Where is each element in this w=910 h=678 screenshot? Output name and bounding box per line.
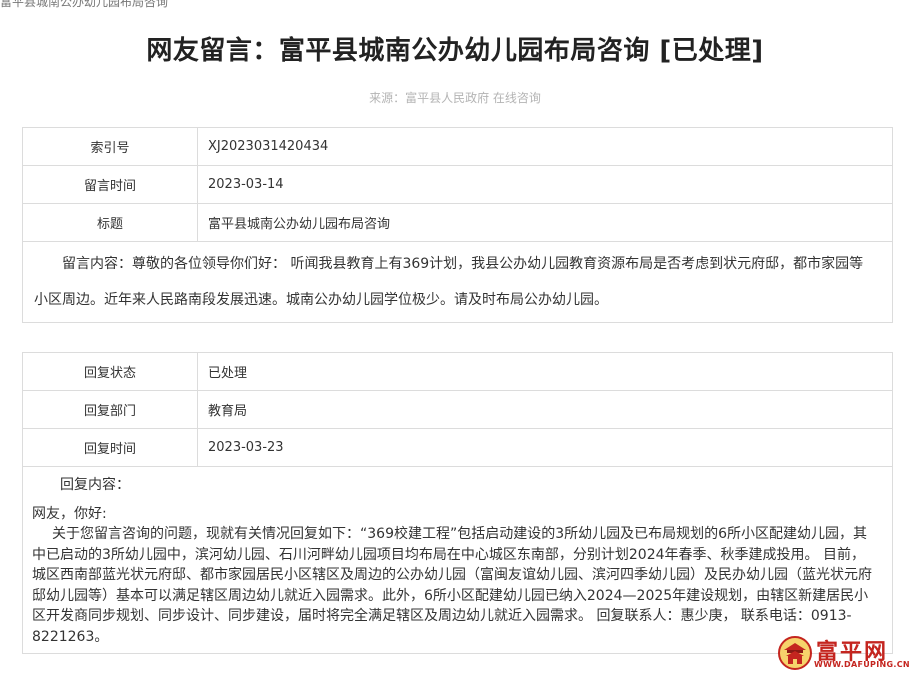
table-row: 留言内容：尊敬的各位领导你们好： 听闻我县教育上有369计划，我县公办幼儿园教育… — [22, 241, 893, 323]
message-content-cell: 留言内容：尊敬的各位领导你们好： 听闻我县教育上有369计划，我县公办幼儿园教育… — [22, 241, 893, 323]
table-row: 回复时间 2023-03-23 — [22, 428, 893, 467]
reply-greeting: 网友，你好: — [32, 505, 107, 522]
message-time-label: 留言时间 — [22, 165, 198, 204]
reply-status-label: 回复状态 — [22, 352, 198, 391]
source-line: 来源：富平县人民政府 在线咨询 — [369, 91, 541, 105]
table-row: 回复部门 教育局 — [22, 390, 893, 429]
index-number-label: 索引号 — [22, 127, 198, 166]
message-info-table: 索引号 XJ2023031420434 留言时间 2023-03-14 标题 富… — [22, 127, 893, 323]
subject-value: 富平县城南公办幼儿园布局咨询 — [197, 203, 893, 242]
table-row: 索引号 XJ2023031420434 — [22, 127, 893, 166]
watermark-url: WWW.DAFUPING.CN — [814, 660, 910, 669]
message-time-value: 2023-03-14 — [197, 165, 893, 204]
page-title: 网友留言：富平县城南公办幼儿园布局咨询 [已处理] — [146, 36, 764, 66]
table-row: 回复内容： 网友，你好: 关于您留言咨询的问题，现就有关情况回复如下：“369校… — [22, 466, 893, 654]
subject-label: 标题 — [22, 203, 198, 242]
reply-content-cell: 回复内容： 网友，你好: 关于您留言咨询的问题，现就有关情况回复如下：“369校… — [22, 466, 893, 654]
reply-content-label: 回复内容： — [60, 477, 130, 493]
reply-department-label: 回复部门 — [22, 390, 198, 429]
index-number-value: XJ2023031420434 — [197, 127, 893, 166]
reply-time-value: 2023-03-23 — [197, 428, 893, 467]
reply-info-table: 回复状态 已处理 回复部门 教育局 回复时间 2023-03-23 回复内容： … — [22, 352, 893, 654]
table-row: 标题 富平县城南公办幼儿园布局咨询 — [22, 203, 893, 242]
reply-department-value: 教育局 — [197, 390, 893, 429]
reply-body: 关于您留言咨询的问题，现就有关情况回复如下：“369校建工程”包括启动建设的3所… — [32, 526, 872, 645]
message-content: 留言内容：尊敬的各位领导你们好： 听闻我县教育上有369计划，我县公办幼儿园教育… — [34, 256, 864, 308]
reply-status-value: 已处理 — [197, 352, 893, 391]
breadcrumb: 富平县城南公办幼儿园布局咨询 — [0, 0, 169, 9]
reply-content: 回复内容： 网友，你好: 关于您留言咨询的问题，现就有关情况回复如下：“369校… — [23, 467, 892, 653]
gate-tower-icon — [778, 636, 812, 670]
table-row: 留言时间 2023-03-14 — [22, 165, 893, 204]
reply-time-label: 回复时间 — [22, 428, 198, 467]
site-watermark-logo: 富平网 WWW.DAFUPING.CN — [778, 636, 910, 672]
table-row: 回复状态 已处理 — [22, 352, 893, 391]
